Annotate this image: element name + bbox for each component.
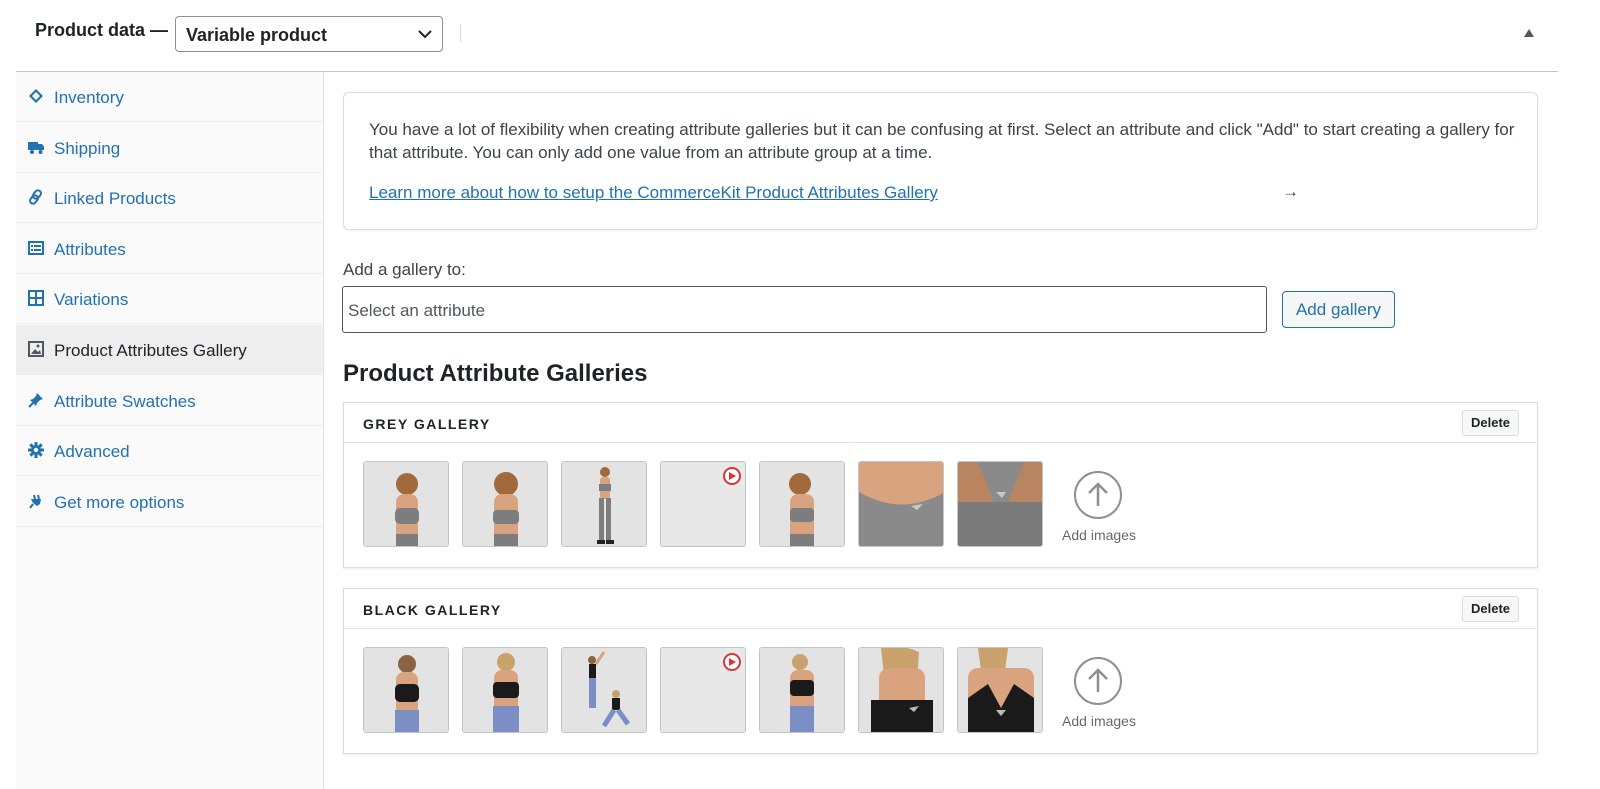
galleries-section-title: Product Attribute Galleries	[343, 360, 648, 387]
chevron-down-icon	[418, 30, 432, 39]
product-data-title: Product data —	[35, 20, 169, 40]
sidebar-item-label: Attribute Swatches	[54, 392, 196, 411]
tag-icon	[29, 89, 43, 103]
gallery-image[interactable]	[759, 461, 845, 547]
sidebar-item-label: Linked Products	[54, 189, 176, 208]
sidebar-item-product-attributes-gallery[interactable]: Product Attributes Gallery	[16, 325, 323, 375]
add-images-button[interactable]: Add images	[1059, 655, 1139, 735]
sidebar-item-variations[interactable]: Variations	[16, 274, 323, 324]
gallery-image[interactable]	[462, 647, 548, 733]
gallery-image[interactable]	[858, 647, 944, 733]
attribute-select[interactable]: Select an attribute	[342, 286, 1267, 333]
gallery-image[interactable]	[363, 647, 449, 733]
gallery-name: GREY GALLERY	[363, 416, 491, 432]
add-images-label: Add images	[1062, 527, 1136, 543]
sidebar-item-inventory[interactable]: Inventory	[16, 72, 323, 122]
sidebar-item-label: Product Attributes Gallery	[54, 341, 247, 360]
sidebar-item-advanced[interactable]: Advanced	[16, 426, 323, 476]
gallery-image[interactable]	[363, 461, 449, 547]
upload-arrow-icon	[1074, 657, 1122, 705]
delete-gallery-button[interactable]: Delete	[1462, 596, 1519, 622]
image-icon	[28, 341, 44, 357]
truck-icon	[28, 142, 44, 154]
pin-icon	[28, 393, 43, 408]
sidebar-item-label: Advanced	[54, 442, 130, 461]
attribute-select-placeholder: Select an attribute	[348, 301, 486, 320]
gallery-image[interactable]	[462, 461, 548, 547]
header-divider	[460, 24, 461, 42]
gallery-image[interactable]	[858, 461, 944, 547]
gear-icon	[28, 442, 44, 458]
arrow-right-icon: →	[1282, 182, 1299, 201]
collapse-toggle-icon[interactable]	[1524, 29, 1534, 37]
sidebar-item-label: Shipping	[54, 139, 121, 158]
sidebar-item-linked-products[interactable]: Linked Products	[16, 173, 323, 223]
plugin-icon	[29, 494, 41, 509]
notice-text: You have a lot of flexibility when creat…	[369, 120, 1515, 162]
sidebar-item-attribute-swatches[interactable]: Attribute Swatches	[16, 376, 323, 426]
add-images-label: Add images	[1062, 713, 1136, 729]
product-data-header: Product data — Variable product	[0, 0, 1600, 72]
gallery-video-slot[interactable]	[660, 461, 746, 547]
gallery-name: BLACK GALLERY	[363, 602, 502, 618]
sidebar-item-attributes[interactable]: Attributes	[16, 224, 323, 274]
info-notice: You have a lot of flexibility when creat…	[343, 92, 1538, 230]
upload-arrow-icon	[1074, 471, 1122, 519]
gallery-black: BLACK GALLERY Delete Add images	[343, 588, 1538, 754]
link-icon	[29, 189, 42, 205]
gallery-image[interactable]	[561, 647, 647, 733]
sidebar-item-shipping[interactable]: Shipping	[16, 123, 323, 173]
gallery-image[interactable]	[561, 461, 647, 547]
sidebar-item-label: Inventory	[54, 88, 124, 107]
sidebar-item-label: Variations	[54, 290, 129, 309]
add-gallery-label: Add a gallery to:	[343, 260, 466, 279]
gallery-image[interactable]	[759, 647, 845, 733]
product-type-select[interactable]: Variable product	[175, 16, 443, 52]
product-type-value: Variable product	[186, 25, 328, 45]
add-gallery-button[interactable]: Add gallery	[1282, 291, 1395, 328]
gallery-grey: GREY GALLERY Delete Add images	[343, 402, 1538, 568]
gallery-header: BLACK GALLERY Delete	[344, 589, 1537, 629]
add-images-button[interactable]: Add images	[1059, 469, 1139, 549]
sidebar-item-get-more-options[interactable]: Get more options	[16, 477, 323, 527]
product-data-tabs: Inventory Shipping Linked Products Attri…	[16, 72, 324, 789]
gallery-image[interactable]	[957, 461, 1043, 547]
learn-more-link[interactable]: Learn more about how to setup the Commer…	[369, 183, 938, 203]
sidebar-item-label: Get more options	[54, 493, 185, 512]
gallery-image[interactable]	[957, 647, 1043, 733]
list-icon	[28, 241, 44, 255]
gallery-video-slot[interactable]	[660, 647, 746, 733]
grid-icon	[28, 290, 44, 306]
gallery-header: GREY GALLERY Delete	[344, 403, 1537, 443]
sidebar-item-label: Attributes	[54, 240, 126, 259]
delete-gallery-button[interactable]: Delete	[1462, 410, 1519, 436]
